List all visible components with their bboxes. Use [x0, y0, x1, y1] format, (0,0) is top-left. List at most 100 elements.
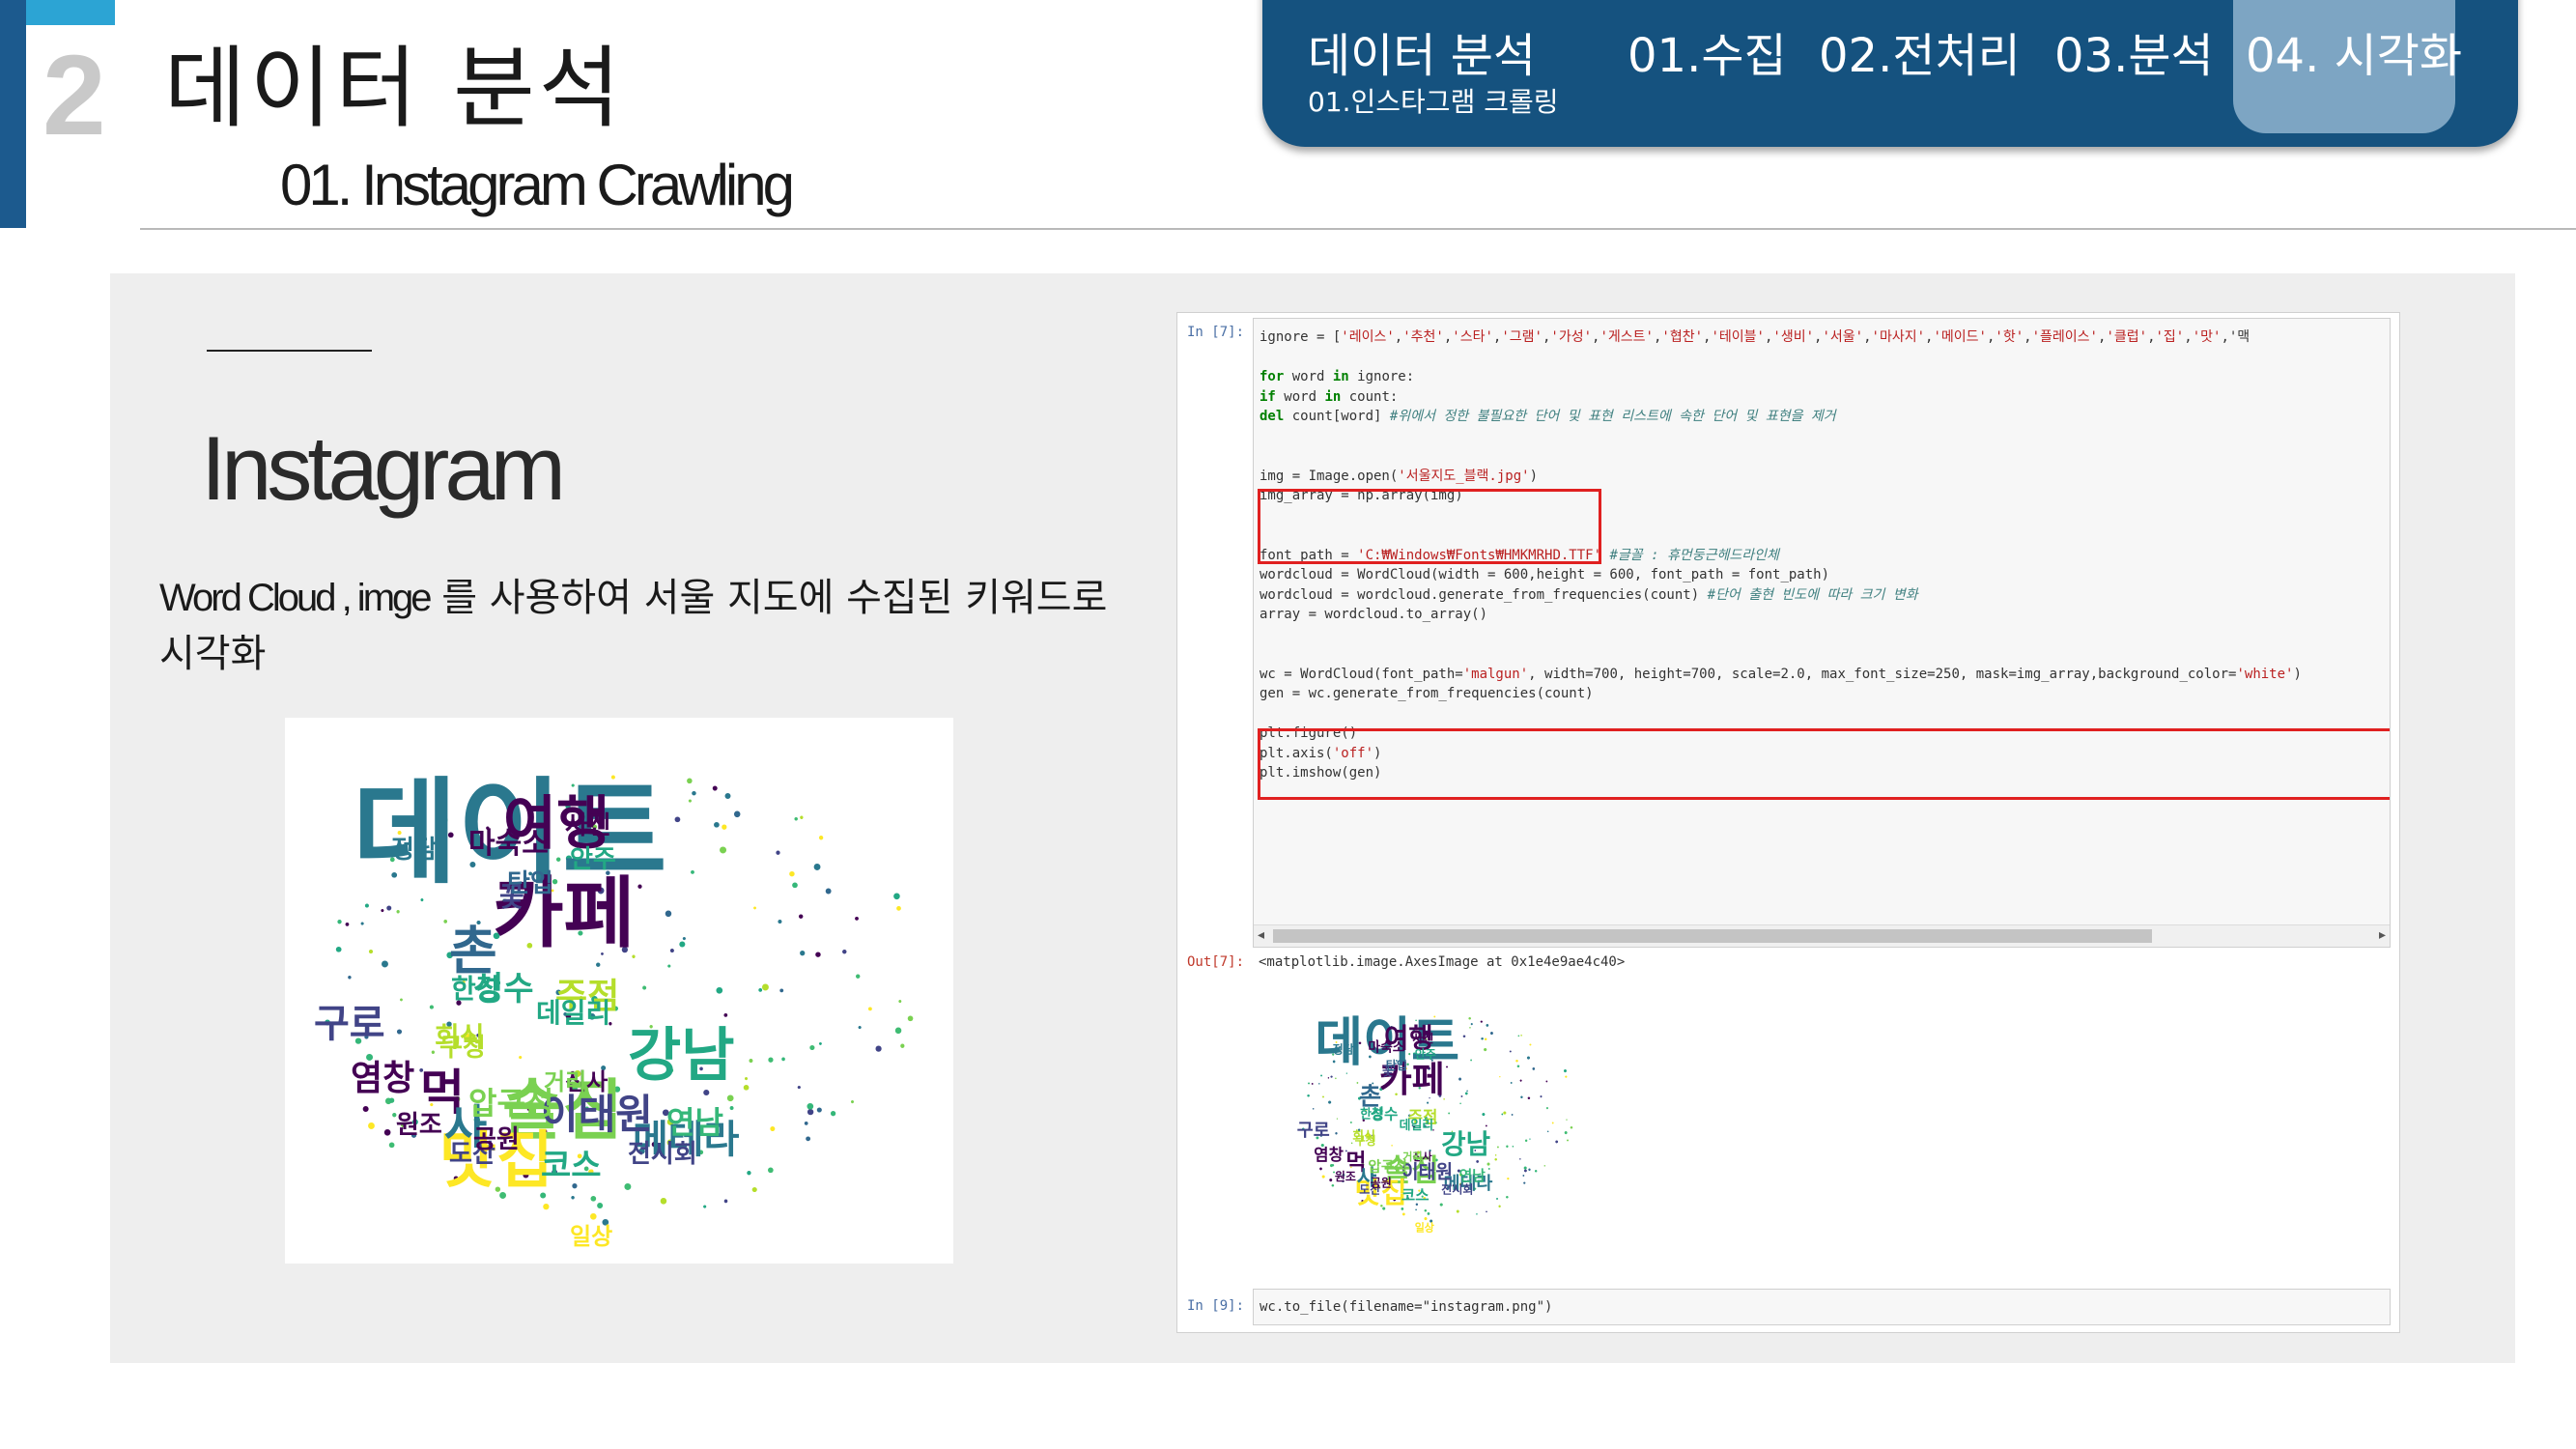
wordcloud-word: 공원 — [473, 1125, 520, 1154]
wordcloud-filler: • — [690, 867, 696, 879]
wordcloud-filler: • — [766, 1053, 775, 1069]
wordcloud-filler: • — [672, 811, 682, 830]
highlight-box-wordcloud — [1258, 728, 2390, 800]
wordcloud-word: 연남 — [666, 1104, 723, 1141]
wordcloud-word: 강남 — [1441, 1128, 1490, 1160]
wordcloud-filler: • — [336, 916, 344, 929]
code-line: ignore = ['레이스','추천','스타','그램','가성','게스트… — [1260, 329, 2250, 345]
wordcloud-filler: • — [815, 1104, 824, 1120]
wordcloud-filler: • — [778, 985, 785, 998]
wordcloud-filler: • — [724, 1089, 736, 1110]
wordcloud-filler: • — [334, 941, 344, 959]
wordcloud-filler: • — [1494, 1152, 1497, 1157]
wordcloud-filler: • — [1476, 1211, 1479, 1216]
wordcloud-filler: • — [1311, 1082, 1314, 1088]
out7-text: <matplotlib.image.AxesImage at 0x1e4e9ae… — [1259, 954, 1626, 970]
description-keywords: Word Cloud , imge — [159, 577, 433, 619]
wordcloud-filler: • — [1524, 1138, 1528, 1146]
wordcloud-filler: • — [1566, 1139, 1570, 1145]
wordcloud-filler: • — [1519, 1157, 1522, 1162]
scroll-left-icon[interactable]: ◂ — [1258, 927, 1264, 943]
wordcloud-filler: • — [1543, 1163, 1546, 1168]
wordcloud-filler: • — [1334, 1130, 1338, 1138]
in9-prompt: In [9]: — [1187, 1298, 1245, 1314]
content-heading: Instagram — [201, 417, 566, 519]
wordcloud-filler: • — [1546, 1129, 1549, 1134]
wordcloud-filler: • — [766, 1161, 776, 1179]
horizontal-scrollbar[interactable]: ◂ ▸ — [1254, 924, 2390, 947]
wordcloud-filler: • — [813, 947, 823, 964]
wordcloud-filler: • — [892, 888, 903, 908]
nav-item-collect[interactable]: 01.수집 — [1628, 33, 1787, 79]
wordcloud-filler: • — [829, 1107, 837, 1123]
nav-item-analysis[interactable]: 03.분석 — [2054, 33, 2214, 79]
highlight-box-image — [1258, 489, 1601, 564]
wordcloud-filler: • — [1529, 1042, 1533, 1048]
wordcloud-filler: • — [1545, 1080, 1548, 1086]
wordcloud-filler: • — [344, 919, 351, 931]
wordcloud-filler: • — [1335, 1077, 1338, 1082]
wordcloud-filler: • — [744, 1075, 750, 1085]
wordcloud-filler: • — [622, 1176, 635, 1198]
wordcloud-filler: • — [759, 977, 771, 999]
wordcloud-filler: • — [1415, 1208, 1418, 1213]
wordcloud-word: 염창 — [1314, 1146, 1344, 1164]
code-cell: ignore = ['레이스','추천','스타','그램','가성','게스트… — [1253, 318, 2391, 948]
wordcloud-filler: • — [1483, 1046, 1488, 1056]
wordcloud-filler: • — [1519, 1094, 1523, 1102]
title-divider — [140, 228, 2576, 230]
wordcloud-image: • • • • • • • • • • • • • • • • • • • • • • • • • • • • • • • • • • • • • • • •… — [285, 718, 953, 1264]
wordcloud-filler: • — [1481, 1111, 1486, 1121]
wordcloud-filler: • — [1527, 1094, 1532, 1103]
wordcloud-filler: • — [1531, 1065, 1536, 1074]
wordcloud-filler: • — [712, 816, 722, 835]
wordcloud-filler: • — [1554, 1138, 1559, 1147]
nav-item-preprocess[interactable]: 02.전처리 — [1819, 33, 2021, 79]
wordcloud-filler: • — [1321, 1094, 1324, 1100]
wordcloud-filler: • — [748, 1056, 754, 1068]
wordcloud-filler: • — [746, 1167, 753, 1180]
wordcloud-filler: • — [780, 1055, 787, 1066]
wordcloud-word: 구로 — [1297, 1121, 1330, 1141]
wordcloud-filler: • — [1529, 1137, 1531, 1142]
scroll-thumb[interactable] — [1273, 929, 2152, 943]
nav-item-visualize[interactable]: 04. 시각화 — [2246, 33, 2462, 79]
wordcloud-filler: • — [854, 970, 862, 984]
wordcloud-filler: • — [1511, 1113, 1514, 1119]
wordcloud-filler: • — [897, 997, 902, 1007]
wordcloud-filler: • — [1522, 1180, 1526, 1187]
scroll-right-icon[interactable]: ▸ — [2379, 927, 2386, 943]
wordcloud-filler: • — [722, 787, 733, 807]
wordcloud-filler: • — [1336, 1118, 1338, 1122]
wordcloud-filler: • — [1505, 1144, 1509, 1151]
wordcloud-filler: • — [1540, 1095, 1543, 1101]
wordcloud-filler: • — [1469, 1025, 1472, 1030]
wordcloud-filler: • — [1307, 1081, 1311, 1087]
wordcloud-filler: • — [668, 944, 675, 957]
wordcloud-filler: • — [777, 916, 783, 929]
wordcloud-filler: • — [1495, 1197, 1499, 1203]
wordcloud-filler: • — [347, 974, 353, 984]
wordcloud-filler: • — [1570, 1123, 1574, 1132]
wordcloud-word: 사진 — [565, 811, 611, 840]
wordcloud-filler: • — [854, 913, 861, 925]
accent-strip — [26, 0, 115, 25]
wordcloud-filler: • — [817, 832, 825, 845]
notebook-screenshot: In [7]: ignore = ['레이스','추천','스타','그램','… — [1176, 312, 2400, 1333]
wordcloud-word: 한강 — [1360, 1106, 1383, 1122]
wordcloud-filler: • — [1467, 1014, 1472, 1023]
output-wordcloud-image: ••••••••••••••••••••••••• •••••••••••••••… — [1297, 1012, 1574, 1235]
wordcloud-word: 안주 — [570, 845, 616, 874]
wordcloud-filler: • — [1534, 1168, 1538, 1176]
wordcloud-filler: • — [714, 980, 725, 1002]
wordcloud-filler: • — [658, 1193, 669, 1213]
wordcloud-word: 원조 — [1335, 1170, 1356, 1183]
out7-prompt: Out[7]: — [1187, 954, 1245, 970]
wordcloud-svg: • • • • • • • • • • • • • • • • • • • • • • • • • • • • • • • • • • • • • • • •… — [314, 766, 916, 1250]
wordcloud-filler: • — [1318, 1082, 1321, 1087]
wordcloud-filler: • — [1522, 1174, 1525, 1179]
code-line: array = wordcloud.to_array() — [1260, 607, 1488, 622]
wordcloud-filler: • — [750, 1183, 759, 1199]
wordcloud-filler: • — [1566, 1118, 1569, 1122]
wordcloud-filler: • — [363, 899, 370, 913]
